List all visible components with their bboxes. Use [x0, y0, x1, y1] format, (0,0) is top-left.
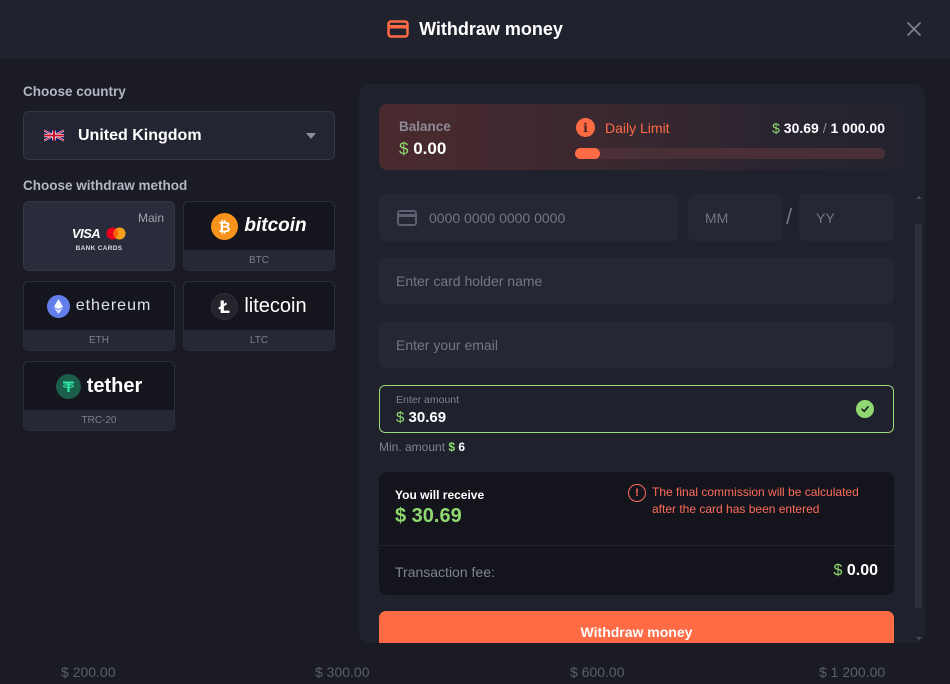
divider [379, 545, 894, 546]
balance-label: Balance [399, 119, 451, 134]
country-label: Choose country [23, 84, 126, 99]
uk-flag-icon [44, 129, 64, 142]
scroll-up-icon[interactable] [916, 196, 922, 199]
fee-label: Transaction fee: [395, 564, 495, 580]
expiry-month-input[interactable]: MM [688, 194, 783, 241]
warning-icon: ! [628, 484, 646, 502]
amount-label: Enter amount [396, 394, 460, 406]
visa-logo: VISA [71, 226, 101, 241]
receive-value: $ 30.69 [395, 505, 462, 527]
quick-amount[interactable]: $ 600.00 [570, 664, 625, 680]
expiry-separator: / [786, 204, 793, 229]
country-name: United Kingdom [78, 126, 202, 144]
method-bank-cards[interactable]: Main VISA BANK CARDS [23, 201, 175, 271]
svg-text:Ł: Ł [218, 298, 230, 318]
expiry-year-input[interactable]: YY [799, 194, 894, 241]
svg-text:₿: ₿ [219, 218, 231, 236]
daily-limit-progress [575, 148, 885, 159]
balance-value: $ 0.00 [399, 139, 447, 158]
method-tether[interactable]: tether TRC-20 [23, 361, 175, 431]
method-bitcoin[interactable]: ₿ bitcoin BTC [183, 201, 335, 271]
method-label: Choose withdraw method [23, 178, 188, 193]
ethereum-icon [46, 294, 70, 318]
card-number-input[interactable]: 0000 0000 0000 0000 [379, 194, 678, 241]
modal-title-text: Withdraw money [419, 18, 563, 39]
info-icon: i [576, 118, 595, 137]
email-input[interactable]: Enter your email [379, 321, 894, 368]
credit-card-icon [397, 209, 417, 226]
receive-label: You will receive [395, 488, 485, 502]
quick-amount[interactable]: $ 1 200.00 [819, 664, 885, 680]
card-holder-input[interactable]: Enter card holder name [379, 257, 894, 304]
tether-icon [55, 373, 81, 399]
scroll-down-icon[interactable] [916, 637, 922, 640]
method-sub-label: BTC [184, 250, 334, 270]
bank-cards-caption: BANK CARDS [75, 245, 123, 252]
modal-title: Withdraw money [387, 19, 563, 40]
form-scroll-area: 0000 0000 0000 0000 MM / YY Enter card h… [359, 184, 925, 643]
close-icon [907, 22, 921, 36]
withdraw-modal: Withdraw money Choose country United Kin… [0, 0, 950, 680]
method-sub-label: LTC [184, 330, 334, 350]
mastercard-icon [106, 227, 126, 240]
method-litecoin[interactable]: Ł litecoin LTC [183, 281, 335, 351]
quick-amount[interactable]: $ 200.00 [61, 664, 116, 680]
min-amount: Min. amount $ 6 [379, 440, 466, 454]
chevron-down-icon [306, 132, 316, 139]
method-grid: Main VISA BANK CARDS ₿ bitcoin BTC ether… [23, 201, 335, 431]
method-sub-label: ETH [24, 330, 174, 350]
left-panel: Choose country United Kingdom Choose wit… [23, 84, 335, 431]
scrollbar-thumb[interactable] [915, 224, 922, 608]
method-ethereum[interactable]: ethereum ETH [23, 281, 175, 351]
country-select[interactable]: United Kingdom [23, 111, 335, 160]
bitcoin-wordmark: bitcoin [244, 215, 307, 236]
close-button[interactable] [902, 17, 926, 41]
receive-summary: You will receive $ 30.69 ! The final com… [379, 472, 894, 595]
commission-warning: ! The final commission will be calculate… [628, 484, 882, 518]
amount-value: $ 30.69 [396, 409, 447, 426]
right-panel: Balance $ 0.00 i Daily Limit $ 30.69 / 1… [359, 84, 925, 643]
litecoin-icon: Ł [211, 292, 239, 320]
ethereum-wordmark: ethereum [75, 297, 152, 314]
quick-amount[interactable]: $ 300.00 [315, 664, 370, 680]
daily-limit-value: $ 30.69 / 1 000.00 [772, 120, 885, 136]
withdraw-button[interactable]: Withdraw money [379, 611, 894, 643]
quick-amounts: $ 200.00 $ 300.00 $ 600.00 $ 1 200.00 [0, 664, 950, 684]
daily-limit-progress-fill [575, 148, 600, 159]
bitcoin-icon: ₿ [211, 212, 239, 240]
amount-input[interactable]: Enter amount $ 30.69 [379, 385, 894, 433]
daily-limit-label: Daily Limit [605, 120, 670, 136]
scrollbar[interactable] [914, 184, 924, 643]
method-sub-label: TRC-20 [24, 410, 174, 430]
balance-card: Balance $ 0.00 i Daily Limit $ 30.69 / 1… [379, 104, 905, 170]
fee-value: $ 0.00 [833, 562, 879, 579]
main-tag: Main [137, 211, 164, 225]
check-icon [856, 400, 874, 418]
tether-wordmark: tether [86, 374, 143, 397]
credit-card-icon [387, 20, 409, 38]
litecoin-wordmark: litecoin [244, 294, 307, 317]
modal-header: Withdraw money [0, 0, 950, 58]
